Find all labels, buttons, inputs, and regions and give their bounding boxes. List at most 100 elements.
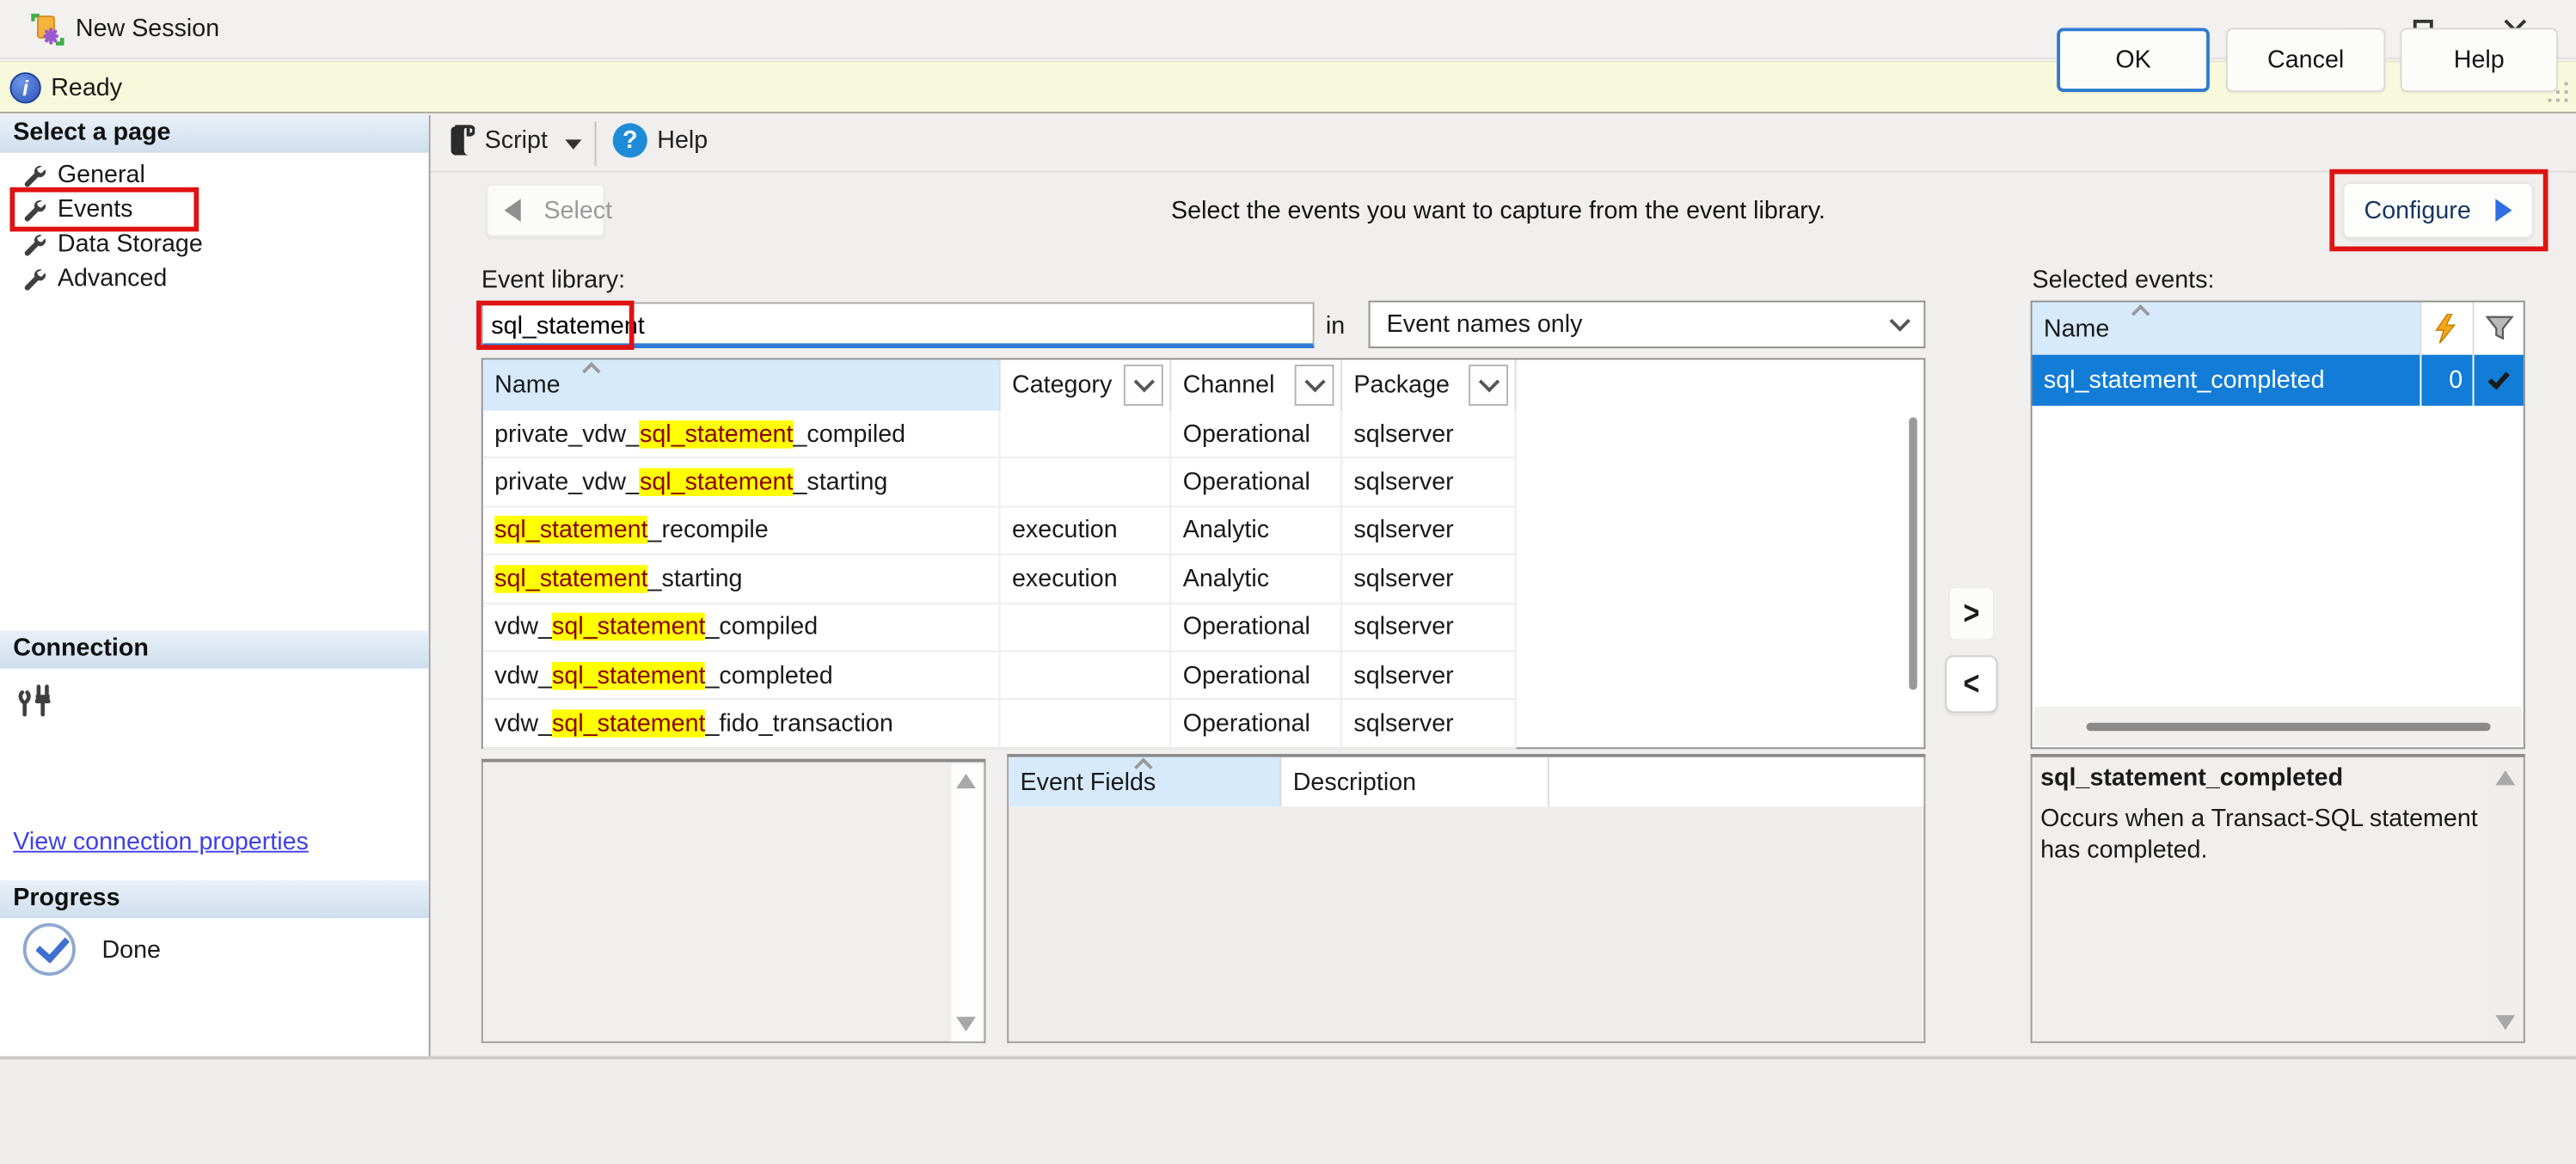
progress-header: Progress: [0, 880, 429, 918]
in-label: in: [1326, 312, 1345, 340]
selected-events-table: Name sql_statement_completed 0: [2031, 301, 2525, 750]
actions-column-header[interactable]: [2421, 303, 2474, 355]
sidebar-item-data-storage[interactable]: Data Storage: [0, 227, 429, 261]
select-back-button[interactable]: Select: [487, 184, 605, 236]
select-a-page-header: Select a page: [0, 115, 429, 153]
description-column-header[interactable]: Description: [1281, 757, 1549, 806]
table-row[interactable]: sql_statement_recompile execution Analyt…: [483, 507, 1517, 555]
lightning-icon: [2433, 314, 2458, 343]
event-fields-header: Event Fields Description: [1009, 757, 1923, 806]
sidebar: Select a page General Events Data Storag…: [0, 115, 431, 1057]
chevron-down-icon: [1303, 371, 1324, 392]
scroll-up-icon[interactable]: [956, 774, 976, 788]
configure-annotation-box: [2329, 169, 2548, 252]
chevron-left-icon: <: [1963, 665, 1979, 704]
connection-header: Connection: [0, 631, 429, 669]
info-icon: [9, 72, 40, 103]
sort-asc-icon: [2131, 304, 2150, 323]
back-arrow-icon: [505, 199, 521, 222]
selected-events-label: Selected events:: [2033, 266, 2215, 294]
name-column-header[interactable]: Name: [483, 359, 1001, 410]
footer: [0, 1059, 2576, 1164]
sidebar-item-advanced[interactable]: Advanced: [0, 261, 429, 296]
spacer-column-header: [1517, 359, 1901, 410]
event-table-vertical-scrollbar[interactable]: [1904, 365, 1921, 742]
category-filter-button[interactable]: [1124, 365, 1163, 406]
wrench-icon: [23, 163, 46, 187]
event-library-label: Event library:: [481, 266, 625, 294]
table-row[interactable]: sql_statement_starting execution Analyti…: [483, 555, 1517, 603]
channel-filter-button[interactable]: [1295, 365, 1334, 406]
chevron-down-icon: [1890, 310, 1911, 331]
selected-event-filter-check[interactable]: [2475, 355, 2524, 406]
event-library-table: Name Category Channel Package pr: [481, 358, 1926, 750]
view-connection-properties-link[interactable]: View connection properties: [13, 828, 309, 855]
selected-event-action-count: 0: [2421, 355, 2474, 406]
ok-button[interactable]: OK: [2057, 28, 2210, 92]
event-fields-column-header[interactable]: Event Fields: [1009, 757, 1281, 806]
event-description-title: sql_statement_completed: [2040, 763, 2343, 791]
screenshot-viewport: New Session Ready Select a page General …: [0, 0, 2576, 1164]
events-page-content: Select Select the events you want to cap…: [431, 175, 2576, 1057]
progress-status-row: Done: [23, 923, 161, 976]
scroll-down-icon[interactable]: [2495, 1015, 2515, 1030]
vertical-scrollbar[interactable]: [951, 763, 982, 1041]
scroll-down-icon[interactable]: [956, 1017, 976, 1032]
sidebar-item-label: Data Storage: [58, 230, 203, 257]
dialog-toolbar: Script Help: [431, 115, 2576, 173]
scroll-up-icon[interactable]: [2495, 770, 2515, 785]
event-table-body: private_vdw_sql_statement_compiled Opera…: [483, 411, 1901, 750]
script-button[interactable]: Script: [485, 126, 548, 154]
select-button-label: Select: [543, 196, 612, 224]
events-annotation-box: [9, 187, 199, 232]
add-event-button[interactable]: >: [1948, 586, 1994, 640]
new-session-dialog: New Session Ready Select a page General …: [0, 0, 2576, 1164]
name-column-header[interactable]: Name: [2033, 303, 2422, 355]
connection-icon: [18, 682, 58, 718]
chevron-down-icon: [1133, 371, 1154, 392]
table-row[interactable]: private_vdw_sql_statement_starting Opera…: [483, 459, 1517, 507]
event-description-text: Occurs when a Transact-SQL statement has…: [2040, 803, 2481, 866]
category-column-header[interactable]: Category: [1001, 359, 1172, 410]
script-icon: [447, 125, 475, 157]
sidebar-item-label: General: [58, 161, 145, 188]
status-text: Ready: [51, 74, 122, 101]
help-icon: [613, 123, 647, 157]
channel-column-header[interactable]: Channel: [1171, 359, 1342, 410]
session-app-icon: [31, 13, 64, 46]
sidebar-item-label: Advanced: [58, 265, 167, 292]
table-row[interactable]: private_vdw_sql_statement_compiled Opera…: [483, 411, 1517, 459]
table-row[interactable]: vdw_sql_statement_fido_transaction Opera…: [483, 701, 1517, 749]
toolbar-help-button[interactable]: Help: [657, 126, 708, 154]
table-row[interactable]: vdw_sql_statement_completed Operational …: [483, 652, 1517, 700]
event-detail-empty-panel: [481, 759, 986, 1044]
selected-event-row[interactable]: sql_statement_completed 0: [2033, 355, 2524, 406]
toolbar-separator: [595, 121, 597, 166]
table-row[interactable]: vdw_sql_statement_compiled Operational s…: [483, 603, 1517, 652]
check-icon: [2488, 366, 2510, 389]
wrench-icon: [23, 266, 46, 290]
scrollbar-thumb[interactable]: [1909, 417, 1917, 689]
remove-event-button[interactable]: <: [1945, 655, 1997, 713]
chevron-down-icon: [1478, 371, 1499, 392]
help-button[interactable]: Help: [2401, 28, 2558, 92]
package-column-header[interactable]: Package: [1342, 359, 1517, 410]
selected-events-header: Name: [2033, 303, 2524, 355]
search-scope-dropdown[interactable]: Event names only: [1369, 301, 1926, 348]
package-filter-button[interactable]: [1469, 365, 1508, 406]
search-scope-value: Event names only: [1387, 310, 1583, 338]
event-fields-panel: Event Fields Description: [1007, 754, 1925, 1043]
spacer-column-header: [1549, 757, 1924, 806]
resize-grip[interactable]: [2545, 83, 2568, 102]
selected-events-horizontal-scrollbar[interactable]: [2033, 707, 2521, 746]
script-dropdown-caret-icon[interactable]: [565, 139, 581, 149]
selected-event-name: sql_statement_completed: [2033, 355, 2422, 406]
done-check-icon: [23, 923, 76, 976]
filter-column-header[interactable]: [2475, 303, 2524, 355]
window-title: New Session: [76, 15, 219, 42]
scrollbar-thumb[interactable]: [2087, 723, 2491, 732]
cancel-button[interactable]: Cancel: [2226, 28, 2385, 92]
event-table-header: Name Category Channel Package: [483, 359, 1901, 410]
vertical-scrollbar[interactable]: [2491, 761, 2520, 1040]
wrench-icon: [23, 232, 46, 255]
